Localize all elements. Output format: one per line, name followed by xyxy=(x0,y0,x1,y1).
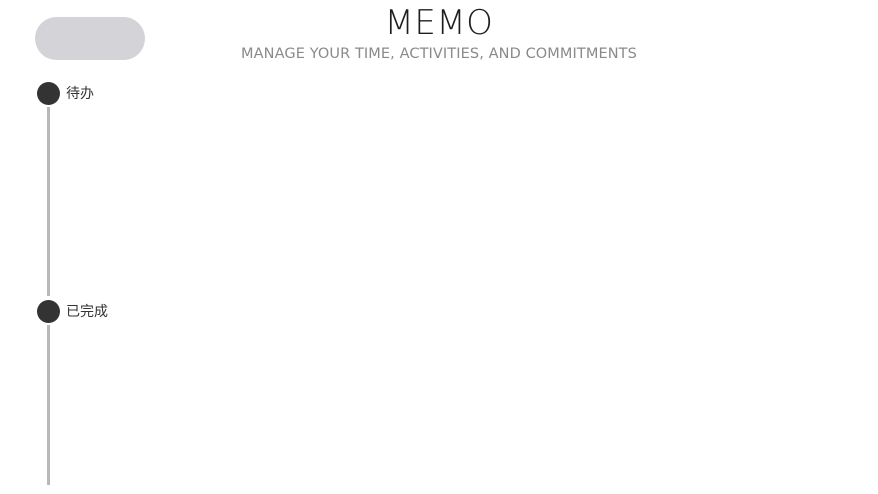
todo-section-marker xyxy=(37,82,60,105)
page-subtitle: MANAGE YOUR TIME, ACTIVITIES, AND COMMIT… xyxy=(241,46,637,62)
todo-timeline xyxy=(47,107,50,296)
todo-section-label: 待办 xyxy=(66,86,94,102)
done-section-label: 已完成 xyxy=(66,304,108,320)
done-timeline xyxy=(47,325,50,485)
done-section-marker xyxy=(37,300,60,323)
memo-app: MEMO MANAGE YOUR TIME, ACTIVITIES, AND C… xyxy=(0,0,878,494)
page-title: MEMO xyxy=(384,3,494,43)
